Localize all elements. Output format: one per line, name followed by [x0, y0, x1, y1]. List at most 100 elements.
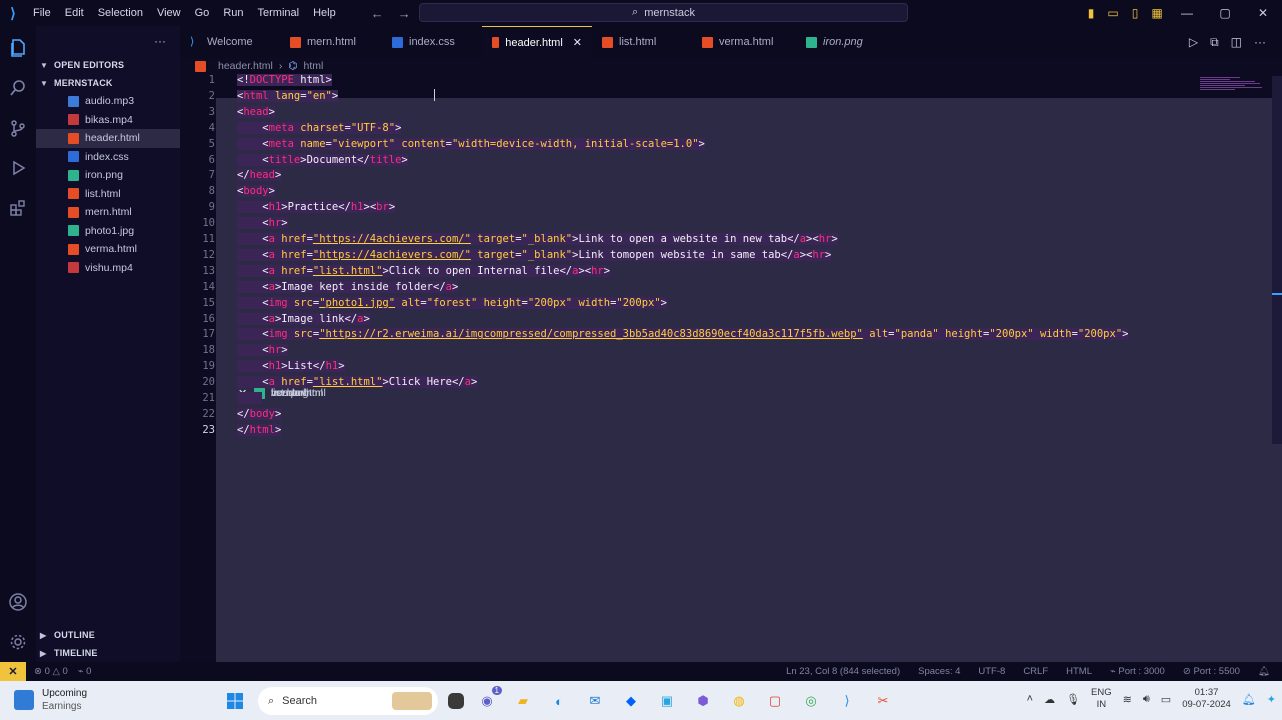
- file-tree-item[interactable]: bikas.mp4: [36, 111, 180, 130]
- code-line[interactable]: 19 <h1>List</h1>: [180, 358, 1270, 374]
- tab-Welcome[interactable]: ⟩ Welcome: [180, 26, 280, 58]
- search-icon[interactable]: [0, 72, 36, 104]
- outline-section[interactable]: ▶ OUTLINE: [36, 626, 180, 644]
- open-preview-icon[interactable]: ⧉: [1210, 35, 1219, 50]
- app-icon[interactable]: ⬢: [690, 688, 716, 714]
- forward-arrow-icon[interactable]: →: [398, 6, 411, 21]
- code-line[interactable]: 7 </head>: [180, 167, 1270, 183]
- language-mode[interactable]: HTML: [1066, 666, 1092, 677]
- encoding[interactable]: UTF-8: [978, 666, 1005, 677]
- split-editor-icon[interactable]: ◫: [1231, 35, 1242, 49]
- file-tree-item[interactable]: header.html: [36, 129, 180, 148]
- code-line[interactable]: 3 <head>: [180, 104, 1270, 120]
- taskbar-search[interactable]: ⌕ Search: [258, 687, 438, 715]
- tab-iron-png[interactable]: iron.png: [796, 26, 886, 58]
- tab-header-html[interactable]: header.html ✕: [482, 26, 592, 58]
- vertical-scrollbar[interactable]: [1272, 76, 1282, 444]
- code-line[interactable]: 2 <html lang="en">: [180, 88, 1270, 104]
- menu-terminal[interactable]: Terminal: [251, 0, 307, 26]
- file-tree-item[interactable]: audio.mp3: [36, 92, 180, 111]
- command-center[interactable]: ⌕ mernstack: [419, 3, 908, 22]
- mail-icon[interactable]: ✉: [582, 688, 608, 714]
- open-editors-section[interactable]: ▼ OPEN EDITORS: [36, 56, 180, 74]
- file-tree-item[interactable]: verma.html: [36, 240, 180, 259]
- clock[interactable]: 01:37 09-07-2024: [1182, 687, 1231, 711]
- code-line[interactable]: 14 <a>Image kept inside folder</a>: [180, 279, 1270, 295]
- notifications-icon[interactable]: 🔔︎: [1258, 666, 1270, 677]
- file-explorer-icon[interactable]: ▰: [510, 688, 536, 714]
- file-tree-item[interactable]: iron.png: [36, 166, 180, 185]
- task-view-icon[interactable]: [448, 693, 464, 709]
- code-editor[interactable]: 1 <!DOCTYPE html> 2 <html lang="en"> 3 <head>…: [180, 72, 1282, 662]
- indentation[interactable]: Spaces: 4: [918, 666, 960, 677]
- code-line[interactable]: 18 <hr>: [180, 342, 1270, 358]
- code-line[interactable]: 5 <meta name="viewport" content="width=d…: [180, 136, 1270, 152]
- sticky-app-icon[interactable]: ◍: [726, 688, 752, 714]
- code-line[interactable]: 12 <a href="https://4achievers.com/" tar…: [180, 247, 1270, 263]
- microphone-icon[interactable]: 🎙︎: [1066, 693, 1080, 706]
- snipping-tool-icon[interactable]: ✂: [870, 688, 896, 714]
- code-line[interactable]: 8 <body>: [180, 183, 1270, 199]
- edge-browser-icon[interactable]: ◐: [546, 688, 572, 714]
- breadcrumb-file[interactable]: header.html: [218, 60, 273, 72]
- extensions-icon[interactable]: [0, 192, 36, 224]
- code-line[interactable]: 15 <img src="photo1.jpg" alt="forest" he…: [180, 295, 1270, 311]
- file-tree-item[interactable]: vishu.mp4: [36, 259, 180, 278]
- file-tree-item[interactable]: mern.html: [36, 203, 180, 222]
- maximize-icon[interactable]: ▢: [1206, 6, 1244, 20]
- more-actions-icon[interactable]: ···: [154, 34, 166, 48]
- file-tree-item[interactable]: index.css: [36, 148, 180, 167]
- office-icon[interactable]: ▢: [762, 688, 788, 714]
- run-icon[interactable]: ▷: [1189, 35, 1198, 49]
- language-indicator[interactable]: ENG IN: [1091, 687, 1112, 711]
- code-line[interactable]: 6 <title>Document</title>: [180, 152, 1270, 168]
- mysql-icon[interactable]: ▣: [654, 688, 680, 714]
- customize-layout-icon[interactable]: ▦: [1146, 6, 1168, 20]
- menu-file[interactable]: File: [26, 0, 58, 26]
- dropbox-icon[interactable]: ◆: [618, 688, 644, 714]
- problems-status[interactable]: ⊗ 0 △ 0: [34, 666, 68, 677]
- back-arrow-icon[interactable]: ←: [371, 6, 384, 21]
- teams-chat-icon[interactable]: ◉ 1: [474, 686, 502, 714]
- source-control-icon[interactable]: [0, 112, 36, 144]
- workspace-section[interactable]: ▼ MERNSTACK: [36, 74, 180, 92]
- menu-selection[interactable]: Selection: [91, 0, 150, 26]
- toggle-secondary-sidebar-icon[interactable]: ▯: [1124, 6, 1146, 20]
- close-icon[interactable]: ✕: [573, 36, 582, 49]
- file-tree-item[interactable]: list.html: [36, 185, 180, 204]
- gear-icon[interactable]: [0, 626, 36, 658]
- port-5500[interactable]: ⊘ Port : 5500: [1183, 666, 1240, 677]
- code-line[interactable]: 17 <img src="https://r2.erweima.ai/imgco…: [180, 326, 1270, 342]
- port-3000[interactable]: ⌁ Port : 3000: [1110, 666, 1165, 677]
- explorer-icon[interactable]: [0, 32, 36, 64]
- code-line[interactable]: 22 </body>: [180, 406, 1270, 422]
- line-ending[interactable]: CRLF: [1023, 666, 1048, 677]
- onedrive-icon[interactable]: ☁: [1044, 693, 1055, 706]
- close-window-icon[interactable]: ✕: [1244, 6, 1282, 20]
- toggle-primary-sidebar-icon[interactable]: ▮: [1080, 6, 1102, 20]
- wifi-icon[interactable]: ≋: [1123, 693, 1132, 706]
- weather-widget[interactable]: Upcoming Earnings: [14, 687, 87, 713]
- code-line[interactable]: 4 <meta charset="UTF-8">: [180, 120, 1270, 136]
- code-line[interactable]: 23 </html>: [180, 422, 1270, 438]
- notification-bell-icon[interactable]: 🔔︎: [1242, 693, 1256, 706]
- code-line[interactable]: 11 <a href="https://4achievers.com/" tar…: [180, 231, 1270, 247]
- remote-indicator-icon[interactable]: ✕: [0, 662, 26, 681]
- menu-edit[interactable]: Edit: [58, 0, 91, 26]
- tab-verma-html[interactable]: verma.html: [692, 26, 796, 58]
- tab-index-css[interactable]: index.css: [382, 26, 482, 58]
- toggle-panel-icon[interactable]: ▭: [1102, 6, 1124, 20]
- code-line[interactable]: 21: [180, 390, 1270, 406]
- code-line[interactable]: 9 <h1>Practice</h1><br>: [180, 199, 1270, 215]
- ports-status[interactable]: ⌁ 0: [78, 666, 92, 677]
- battery-icon[interactable]: ▭: [1161, 693, 1171, 706]
- vscode-taskbar-icon[interactable]: ⟩: [834, 688, 860, 714]
- copilot-icon[interactable]: ✦: [1267, 693, 1276, 706]
- code-line[interactable]: 20 <a href="list.html">Click Here</a>: [180, 374, 1270, 390]
- file-tree-item[interactable]: photo1.jpg: [36, 222, 180, 241]
- tab-mern-html[interactable]: mern.html: [280, 26, 382, 58]
- timeline-section[interactable]: ▶ TIMELINE: [36, 644, 180, 662]
- account-icon[interactable]: [0, 586, 36, 618]
- menu-view[interactable]: View: [150, 0, 188, 26]
- menu-go[interactable]: Go: [188, 0, 217, 26]
